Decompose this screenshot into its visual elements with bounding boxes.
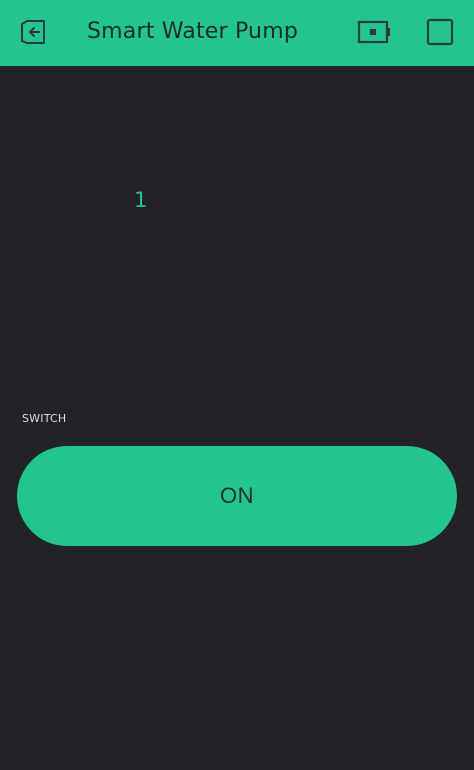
app-screen: Smart Water Pump 1 SWITCH ON — [0, 0, 474, 770]
stop-square-icon[interactable] — [422, 14, 458, 50]
exit-icon[interactable] — [16, 14, 52, 50]
switch-widget-label: SWITCH — [22, 412, 67, 425]
device-icon[interactable] — [356, 14, 392, 50]
switch-button[interactable]: ON — [17, 446, 457, 546]
app-header: Smart Water Pump — [0, 0, 474, 66]
page-title: Smart Water Pump — [87, 19, 298, 44]
switch-button-label: ON — [220, 483, 254, 508]
value-display: 1 — [134, 188, 148, 212]
